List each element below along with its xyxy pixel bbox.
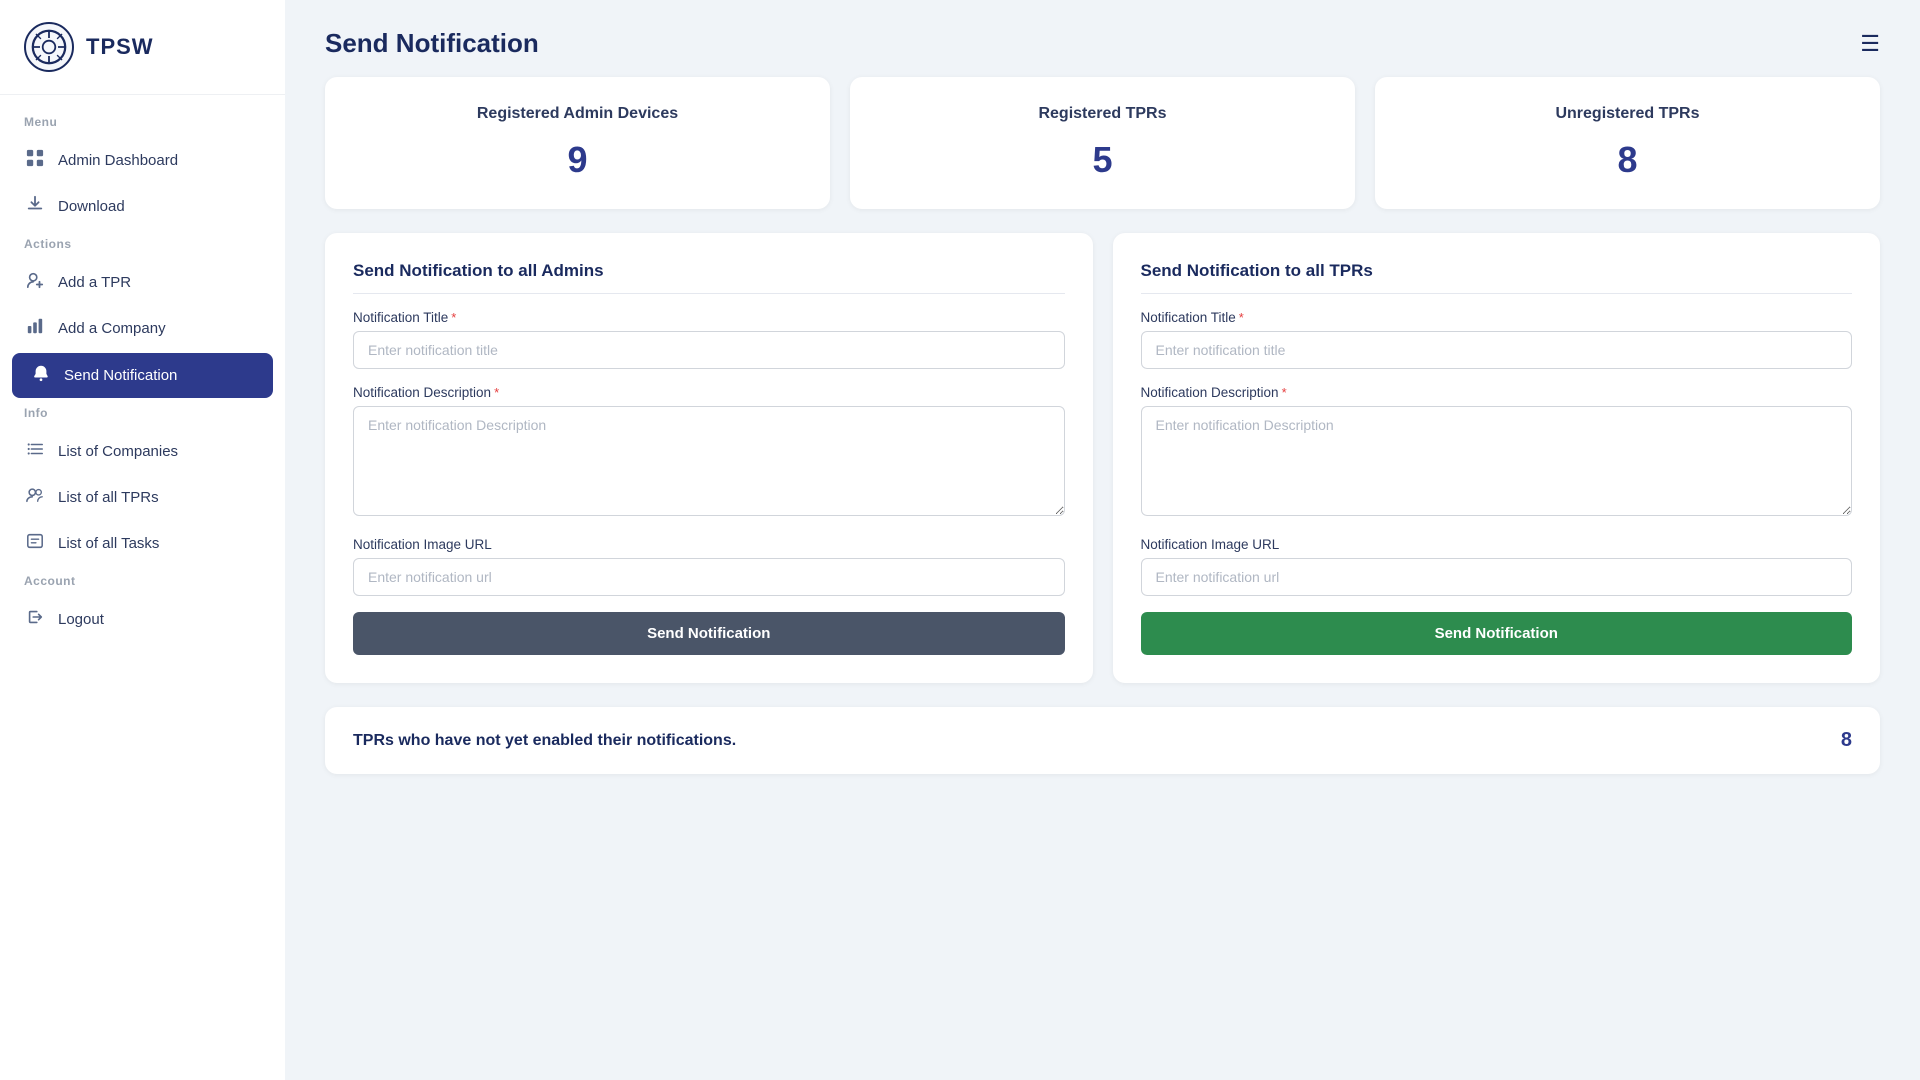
form-card-tprs: Send Notification to all TPRs Notificati… [1113,233,1881,683]
list-icon [24,440,46,463]
bar-chart-icon [24,317,46,340]
stat-value: 8 [1399,139,1856,181]
admins-desc-label: Notification Description * [353,385,1065,400]
sidebar-item-add-company[interactable]: Add a Company [0,306,285,351]
form-tprs-title: Send Notification to all TPRs [1141,261,1853,294]
admins-notification-url-input[interactable] [353,558,1065,596]
admins-notification-title-input[interactable] [353,331,1065,369]
tprs-notification-desc-input[interactable] [1141,406,1853,516]
stats-row: Registered Admin Devices 9 Registered TP… [285,77,1920,233]
tprs-title-label: Notification Title * [1141,310,1853,325]
required-star: * [451,310,456,325]
sidebar-info-section: Info List of Companies List of all TPRs [0,406,285,566]
forms-row: Send Notification to all Admins Notifica… [285,233,1920,707]
sidebar: TPSW Menu Admin Dashboard Download Actio… [0,0,285,1080]
sidebar-item-label: Admin Dashboard [58,152,178,169]
sidebar-item-list-tasks[interactable]: List of all Tasks [0,521,285,566]
tasks-icon [24,532,46,555]
admins-url-label: Notification Image URL [353,537,1065,552]
admins-title-label: Notification Title * [353,310,1065,325]
stat-title: Registered Admin Devices [349,105,806,123]
form-admins-title: Send Notification to all Admins [353,261,1065,294]
sidebar-item-list-companies[interactable]: List of Companies [0,429,285,474]
sidebar-actions-section: Actions Add a TPR Add a Company S [0,237,285,398]
app-name: TPSW [86,34,154,60]
logo-icon [24,22,74,72]
bell-icon [30,364,52,387]
sidebar-item-label: Add a TPR [58,274,131,291]
sidebar-item-label: List of all TPRs [58,489,159,506]
stat-title: Registered TPRs [874,105,1331,123]
main-content: Send Notification ☰ Registered Admin Dev… [285,0,1920,1080]
sidebar-item-label: Send Notification [64,367,177,384]
required-star: * [1239,310,1244,325]
bottom-card-label: TPRs who have not yet enabled their noti… [353,732,736,750]
bottom-card-value: 8 [1841,729,1852,752]
sidebar-logo: TPSW [0,0,285,95]
tprs-notification-title-input[interactable] [1141,331,1853,369]
stat-card-unregistered-tprs: Unregistered TPRs 8 [1375,77,1880,209]
sidebar-item-label: Add a Company [58,320,166,337]
sidebar-item-download[interactable]: Download [0,184,285,229]
main-header: Send Notification ☰ [285,0,1920,77]
stat-card-registered-tprs: Registered TPRs 5 [850,77,1355,209]
logout-icon [24,608,46,631]
actions-label: Actions [0,237,285,259]
sidebar-nav: Menu Admin Dashboard Download Actions [0,95,285,1080]
sidebar-item-label: Logout [58,611,104,628]
admins-notification-desc-input[interactable] [353,406,1065,516]
person-add-icon [24,271,46,294]
sidebar-item-label: Download [58,198,125,215]
sidebar-item-label: List of Companies [58,443,178,460]
tprs-url-label: Notification Image URL [1141,537,1853,552]
sidebar-account-section: Account Logout [0,574,285,642]
form-card-admins: Send Notification to all Admins Notifica… [325,233,1093,683]
sidebar-item-add-tpr[interactable]: Add a TPR [0,260,285,305]
download-icon [24,195,46,218]
sidebar-item-admin-dashboard[interactable]: Admin Dashboard [0,138,285,183]
required-star: * [1282,385,1287,400]
account-label: Account [0,574,285,596]
tprs-notification-url-input[interactable] [1141,558,1853,596]
stat-card-admin-devices: Registered Admin Devices 9 [325,77,830,209]
send-notification-tprs-button[interactable]: Send Notification [1141,612,1853,655]
sidebar-item-logout[interactable]: Logout [0,597,285,642]
bottom-section: TPRs who have not yet enabled their noti… [285,707,1920,798]
info-label: Info [0,406,285,428]
sidebar-menu-section: Menu Admin Dashboard Download [0,115,285,229]
sidebar-item-send-notification[interactable]: Send Notification [12,353,273,398]
stat-value: 5 [874,139,1331,181]
people-icon [24,486,46,509]
stat-value: 9 [349,139,806,181]
grid-icon [24,149,46,172]
send-notification-admins-button[interactable]: Send Notification [353,612,1065,655]
stat-title: Unregistered TPRs [1399,105,1856,123]
hamburger-icon[interactable]: ☰ [1860,31,1880,57]
page-title: Send Notification [325,28,539,59]
menu-label: Menu [0,115,285,137]
tprs-desc-label: Notification Description * [1141,385,1853,400]
sidebar-item-list-tprs[interactable]: List of all TPRs [0,475,285,520]
sidebar-item-label: List of all Tasks [58,535,159,552]
bottom-card: TPRs who have not yet enabled their noti… [325,707,1880,774]
required-star: * [494,385,499,400]
